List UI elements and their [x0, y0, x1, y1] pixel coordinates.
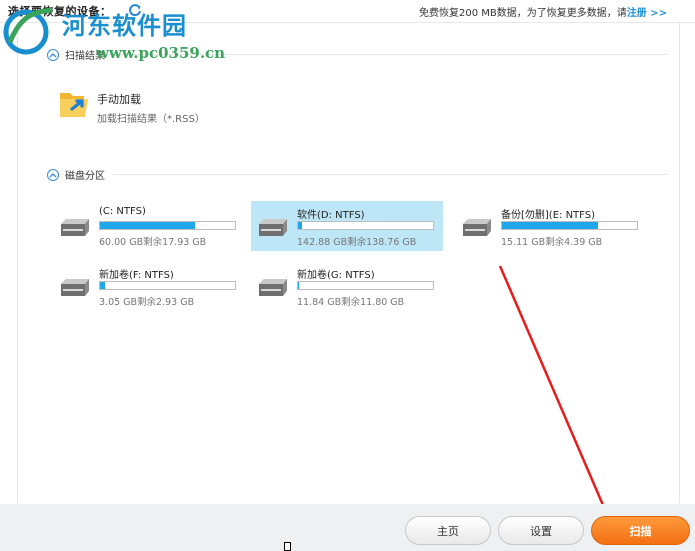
footer-bar: 主页 设置 扫描 [0, 504, 695, 551]
section-divider [113, 174, 668, 175]
drive-usage-bar [99, 221, 236, 230]
drive-item[interactable]: (C: NTFS) 60.00 GB剩余17.93 GB [53, 201, 245, 251]
drive-name: 新加卷(F: NTFS) [99, 270, 174, 281]
collapse-partitions-icon[interactable] [47, 168, 59, 181]
drive-usage-bar [501, 221, 638, 230]
manual-load-item[interactable]: 手动加载 加载扫描结果（*.RSS） [58, 85, 238, 127]
home-button[interactable]: 主页 [405, 516, 491, 545]
drive-name: 软件(D: NTFS) [297, 210, 365, 221]
drive-usage-fill [298, 282, 300, 289]
drive-size: 15.11 GB剩余4.39 GB [501, 237, 603, 248]
drive-item[interactable]: 软件(D: NTFS) 142.88 GB剩余138.76 GB [251, 201, 443, 251]
device-select-title: 选择要恢复的设备： [8, 5, 112, 18]
folder-open-icon [60, 93, 88, 117]
drive-size: 142.88 GB剩余138.76 GB [297, 237, 417, 248]
drive-usage-fill [100, 222, 195, 229]
register-link[interactable]: 注册 >> [627, 8, 667, 19]
drive-usage-bar [99, 281, 236, 290]
drive-usage-bar [297, 281, 434, 290]
section-divider [103, 54, 668, 55]
drive-size: 11.84 GB剩余11.80 GB [297, 297, 405, 308]
scan-button[interactable]: 扫描 [591, 516, 690, 545]
drive-name: 新加卷(G: NTFS) [297, 270, 375, 281]
settings-button[interactable]: 设置 [498, 516, 584, 545]
drive-size: 60.00 GB剩余17.93 GB [99, 237, 207, 248]
drive-usage-fill [100, 282, 106, 289]
manual-load-title: 手动加载 [97, 93, 141, 106]
drive-size: 3.05 GB剩余2.93 GB [99, 297, 195, 308]
mouse-cursor-icon [284, 542, 291, 551]
scan-results-header: 扫描结果 [47, 47, 105, 62]
hard-disk-icon [61, 219, 89, 236]
scan-results-title: 扫描结果 [65, 51, 105, 62]
partition-section-title: 磁盘分区 [65, 171, 105, 182]
hard-disk-icon [259, 219, 287, 236]
drive-usage-fill [298, 222, 303, 229]
free-recovery-notice: 免费恢复200 MB数据，为了恢复更多数据，请注册 >> [418, 8, 667, 19]
drive-item[interactable]: 新加卷(G: NTFS) 11.84 GB剩余11.80 GB [251, 261, 443, 311]
drive-name: 备份[勿删](E: NTFS) [501, 210, 595, 221]
partition-header: 磁盘分区 [47, 167, 105, 182]
drive-usage-fill [502, 222, 598, 229]
manual-load-subtitle: 加载扫描结果（*.RSS） [97, 114, 205, 125]
drive-name: (C: NTFS) [99, 206, 146, 217]
hard-disk-icon [61, 279, 89, 296]
main-panel: 扫描结果 手动加载 加载扫描结果（*.RSS） 磁盘分区 (C: NTFS) 60… [17, 23, 680, 503]
drive-usage-bar [297, 221, 434, 230]
refresh-icon[interactable] [128, 3, 142, 17]
header-bar: 选择要恢复的设备： 免费恢复200 MB数据，为了恢复更多数据，请注册 >> [0, 0, 695, 23]
hard-disk-icon [259, 279, 287, 296]
drive-item[interactable]: 备份[勿删](E: NTFS) 15.11 GB剩余4.39 GB [455, 201, 647, 251]
hard-disk-icon [463, 219, 491, 236]
drive-item[interactable]: 新加卷(F: NTFS) 3.05 GB剩余2.93 GB [53, 261, 245, 311]
collapse-scan-results-icon[interactable] [47, 48, 59, 61]
